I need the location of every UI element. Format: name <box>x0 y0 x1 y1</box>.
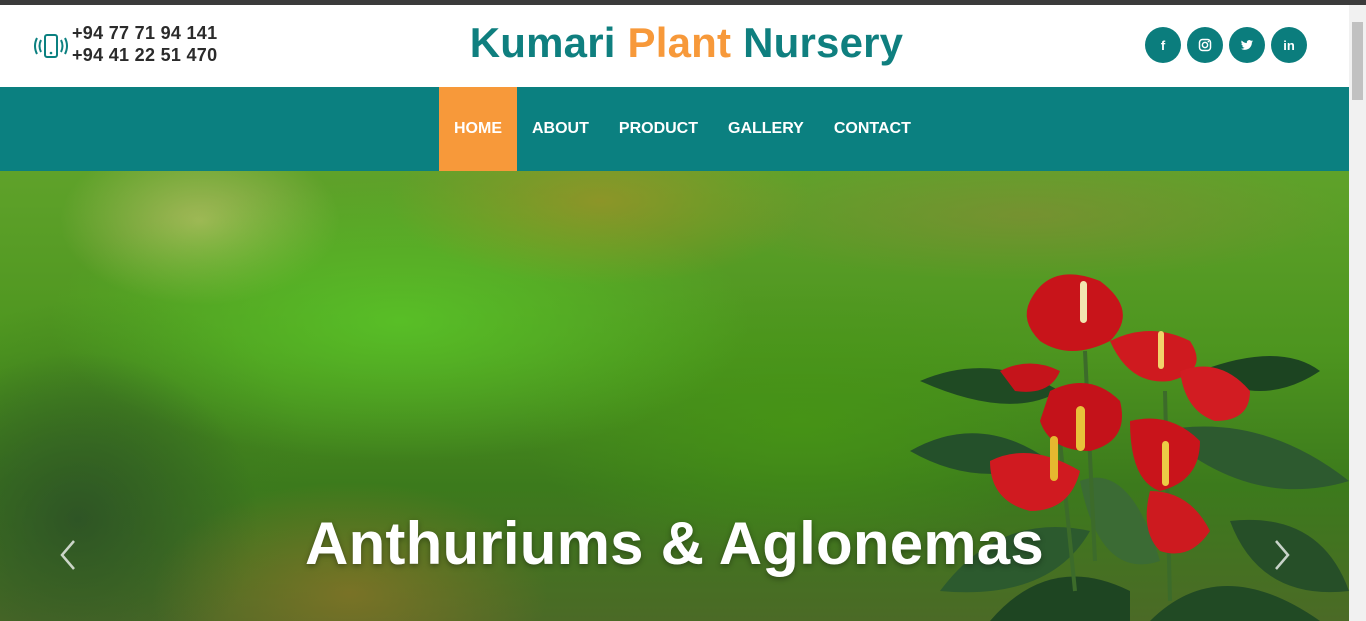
vertical-scrollbar[interactable] <box>1349 5 1366 621</box>
hero-caption: Anthuriums & Aglonemas <box>305 510 1044 577</box>
facebook-button[interactable]: f <box>1145 27 1181 63</box>
site-title-part-3: Nursery <box>743 19 904 66</box>
twitter-button[interactable] <box>1229 27 1265 63</box>
site-title-part-2: Plant <box>627 19 732 66</box>
nav-item-contact[interactable]: CONTACT <box>819 87 926 171</box>
facebook-icon: f <box>1160 37 1166 53</box>
page: +94 77 71 94 141 +94 41 22 51 470 Kumari… <box>0 5 1349 621</box>
header: +94 77 71 94 141 +94 41 22 51 470 Kumari… <box>0 5 1349 87</box>
nav-item-about[interactable]: ABOUT <box>517 87 604 171</box>
main-nav: HOME ABOUT PRODUCT GALLERY CONTACT <box>0 87 1349 171</box>
linkedin-icon: in <box>1283 37 1295 53</box>
chevron-right-icon[interactable] <box>1272 537 1292 573</box>
linkedin-button[interactable]: in <box>1271 27 1307 63</box>
instagram-icon <box>1198 38 1212 52</box>
nav-items: HOME ABOUT PRODUCT GALLERY CONTACT <box>439 87 926 171</box>
hero-slider: Anthuriums & Aglonemas <box>0 171 1349 621</box>
scrollbar-thumb[interactable] <box>1352 22 1363 100</box>
social-links: f in <box>1145 27 1307 63</box>
nav-item-gallery[interactable]: GALLERY <box>713 87 819 171</box>
nav-item-product[interactable]: PRODUCT <box>604 87 713 171</box>
instagram-button[interactable] <box>1187 27 1223 63</box>
nav-item-home[interactable]: HOME <box>439 87 517 171</box>
twitter-icon <box>1241 40 1254 50</box>
chevron-left-icon[interactable] <box>58 537 78 573</box>
site-title-part-1: Kumari <box>469 19 616 66</box>
